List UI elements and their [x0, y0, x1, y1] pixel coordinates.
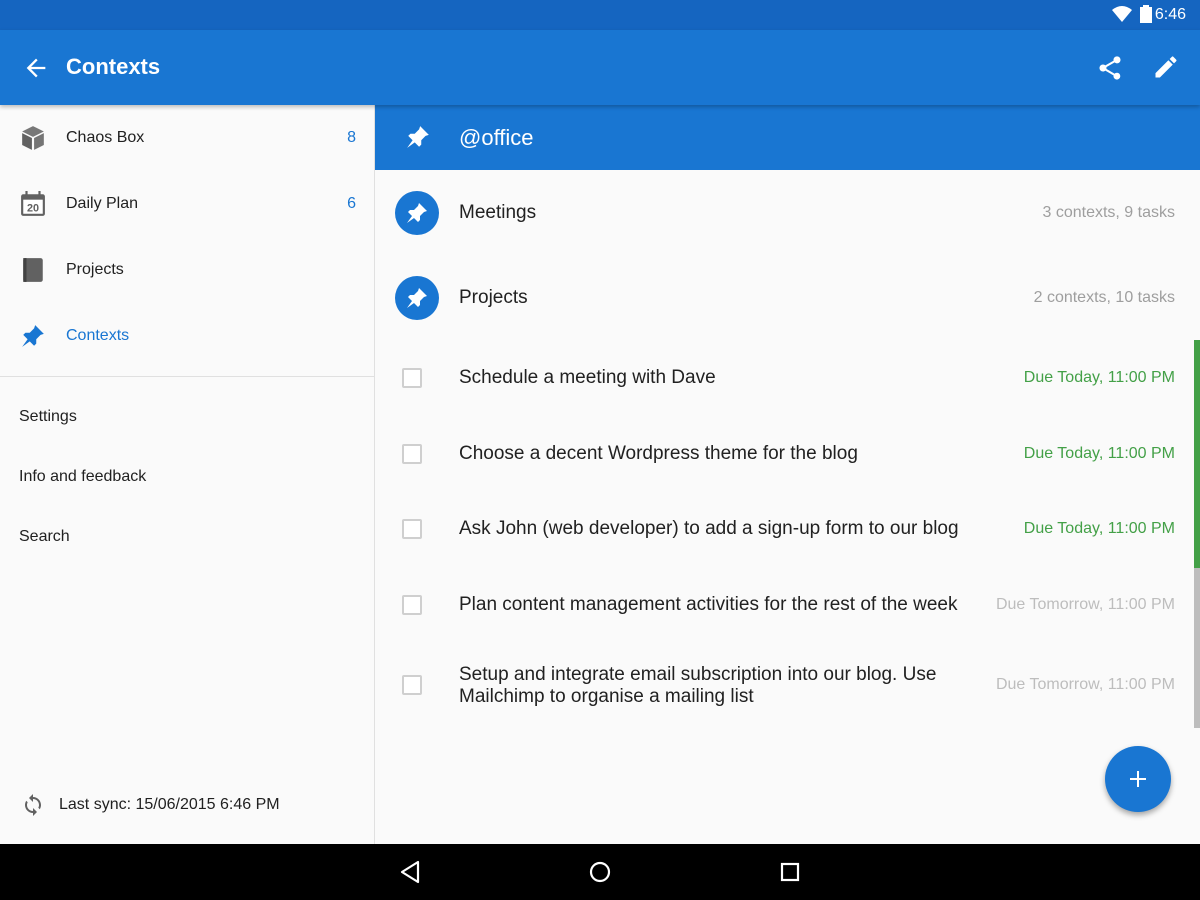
- add-task-button[interactable]: [1105, 746, 1171, 812]
- settings-link[interactable]: Settings: [19, 408, 77, 426]
- sidebar-item-daily-plan[interactable]: 20 Daily Plan 6: [0, 171, 374, 237]
- triangle-back-icon[interactable]: [398, 860, 422, 884]
- search-link[interactable]: Search: [19, 528, 70, 546]
- pin-icon: [407, 203, 427, 223]
- sidebar-item-count: 8: [347, 129, 356, 146]
- task-checkbox[interactable]: [402, 595, 422, 615]
- pin-icon: [407, 288, 427, 308]
- sidebar-item-label: Projects: [66, 261, 124, 278]
- context-avatar: [395, 191, 439, 235]
- task-row[interactable]: Ask John (web developer) to add a sign-u…: [375, 492, 1200, 568]
- sidebar-divider: [0, 376, 374, 377]
- calendar-icon: 20: [21, 191, 45, 216]
- task-checkbox[interactable]: [402, 444, 422, 464]
- task-title: Setup and integrate email subscription i…: [459, 664, 937, 707]
- sub-context-meta: 3 contexts, 9 tasks: [1042, 204, 1175, 221]
- plus-icon: [1130, 771, 1146, 787]
- sidebar-item-label: Contexts: [66, 327, 130, 344]
- sync-icon: [25, 794, 41, 816]
- due-indicator-stripe: [1194, 492, 1200, 568]
- page-title: Contexts: [66, 54, 161, 79]
- task-title: Plan content management activities for t…: [459, 594, 958, 615]
- box-icon: [22, 126, 44, 150]
- task-row[interactable]: Schedule a meeting with Dave Due Today, …: [375, 340, 1200, 416]
- sub-context-title: Meetings: [459, 202, 537, 223]
- system-nav-bar: [0, 844, 1200, 900]
- due-indicator-stripe: [1194, 568, 1200, 644]
- square-recents-icon[interactable]: [778, 860, 802, 884]
- calendar-day: 20: [27, 203, 39, 215]
- task-row[interactable]: Setup and integrate email subscription i…: [375, 644, 1200, 728]
- due-indicator-stripe: [1194, 644, 1200, 728]
- circle-home-icon[interactable]: [588, 860, 612, 884]
- last-sync-text: Last sync: 15/06/2015 6:46 PM: [59, 796, 280, 813]
- arrow-back-icon[interactable]: [22, 54, 50, 82]
- task-title: Schedule a meeting with Dave: [459, 367, 716, 388]
- task-due: Due Tomorrow, 11:00 PM: [995, 596, 1175, 613]
- task-checkbox[interactable]: [402, 368, 422, 388]
- sidebar-item-label: Chaos Box: [66, 129, 145, 146]
- share-icon[interactable]: [1096, 54, 1124, 82]
- info-feedback-link[interactable]: Info and feedback: [19, 468, 146, 486]
- sidebar-item-chaos-box[interactable]: Chaos Box 8: [0, 105, 374, 171]
- task-due: Due Today, 11:00 PM: [1023, 445, 1175, 462]
- pin-icon: [407, 126, 429, 148]
- sub-context-meta: 2 contexts, 10 tasks: [1033, 289, 1175, 306]
- task-title: Choose a decent Wordpress theme for the …: [459, 443, 858, 464]
- sidebar-item-count: 6: [347, 195, 356, 212]
- notebook-icon: [23, 258, 43, 282]
- due-indicator-stripe: [1194, 340, 1200, 416]
- task-due: Due Today, 11:00 PM: [1023, 369, 1175, 386]
- sidebar-item-label: Daily Plan: [66, 195, 139, 212]
- sidebar-item-contexts[interactable]: Contexts: [0, 303, 374, 369]
- status-bar: 6:46: [0, 0, 1200, 30]
- task-checkbox[interactable]: [402, 519, 422, 539]
- sidebar: Chaos Box 8 20 Daily Plan 6 Projects Con…: [0, 105, 375, 844]
- sidebar-item-projects[interactable]: Projects: [0, 237, 374, 303]
- context-avatar: [395, 276, 439, 320]
- sub-context-title: Projects: [459, 287, 528, 308]
- battery-icon: [1140, 5, 1152, 23]
- due-indicator-stripe: [1194, 416, 1200, 492]
- sub-context-item[interactable]: Meetings 3 contexts, 9 tasks: [375, 170, 1200, 255]
- context-title: @office: [459, 125, 534, 150]
- wifi-icon: [1112, 6, 1132, 22]
- task-due: Due Tomorrow, 11:00 PM: [995, 676, 1175, 693]
- app-bar: Contexts: [0, 30, 1200, 105]
- task-title: Ask John (web developer) to add a sign-u…: [459, 518, 959, 539]
- task-checkbox[interactable]: [402, 675, 422, 695]
- pin-icon: [22, 325, 44, 347]
- task-due: Due Today, 11:00 PM: [1023, 520, 1175, 537]
- task-row[interactable]: Choose a decent Wordpress theme for the …: [375, 416, 1200, 492]
- sub-context-item[interactable]: Projects 2 contexts, 10 tasks: [375, 255, 1200, 340]
- status-time: 6:46: [1154, 6, 1186, 23]
- context-header[interactable]: @office: [375, 105, 1200, 170]
- pencil-icon[interactable]: [1152, 53, 1180, 81]
- main-content: @office Meetings 3 contexts, 9 tasks Pro…: [375, 105, 1200, 844]
- task-row[interactable]: Plan content management activities for t…: [375, 568, 1200, 644]
